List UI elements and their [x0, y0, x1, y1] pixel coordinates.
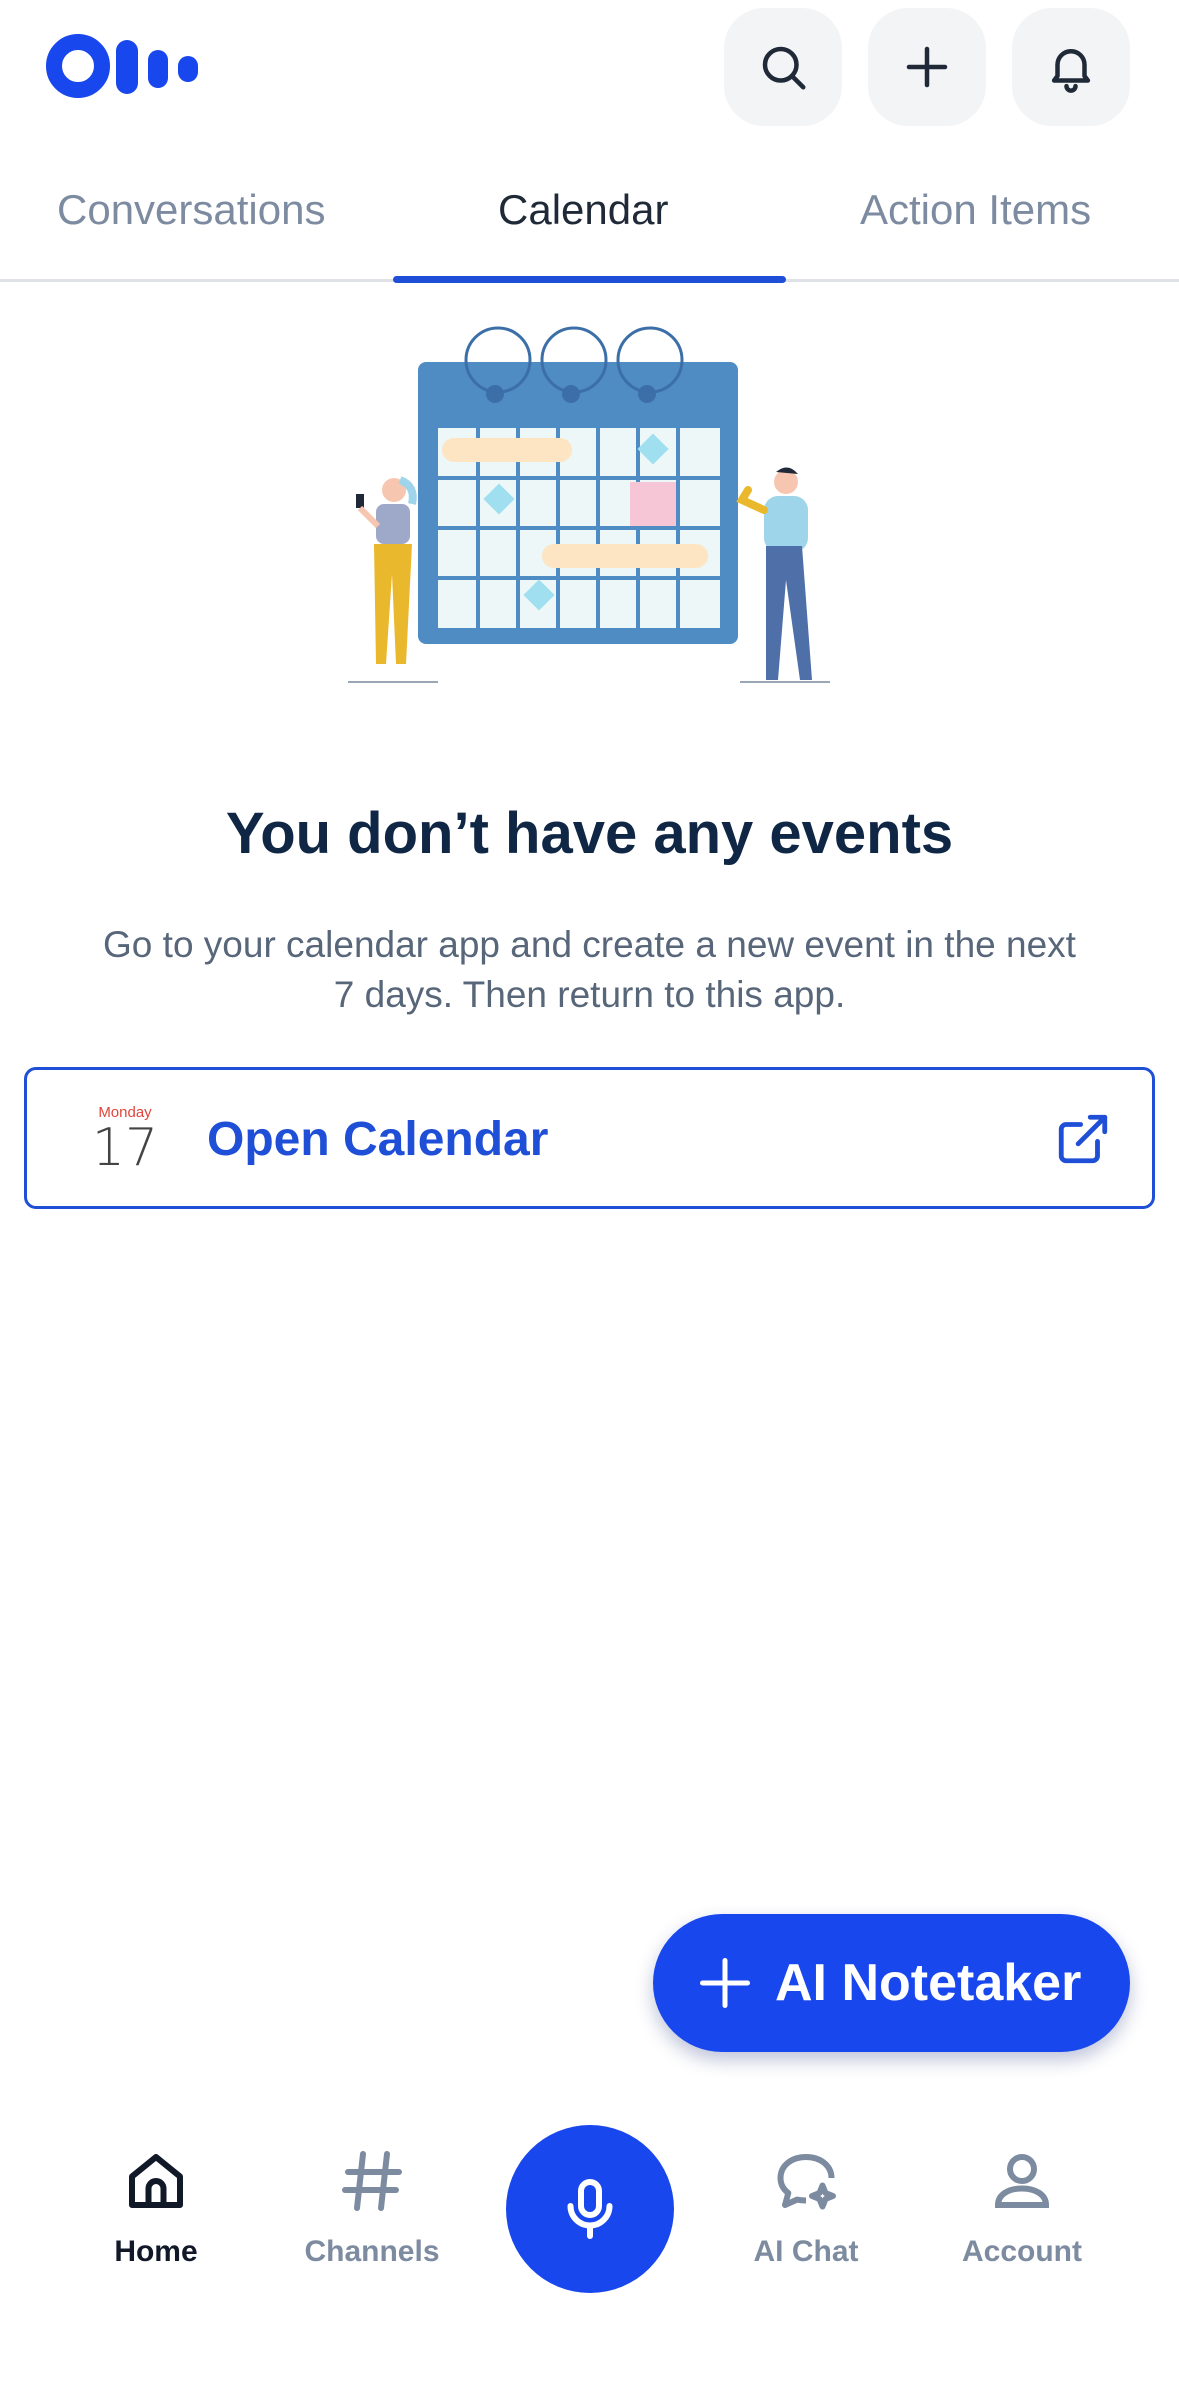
open-calendar-label: Open Calendar [207, 1113, 549, 1166]
home-icon [129, 2154, 183, 2208]
tab-bar: Conversations Calendar Action Items [0, 160, 1179, 282]
external-link-icon [1058, 1114, 1108, 1164]
plus-icon [906, 46, 948, 88]
search-button[interactable] [724, 8, 842, 126]
microphone-icon [567, 2179, 613, 2239]
notifications-button[interactable] [1012, 8, 1130, 126]
nav-ai-chat[interactable]: AI Chat [706, 2145, 906, 2295]
add-button[interactable] [868, 8, 986, 126]
nav-account-label: Account [962, 2235, 1082, 2268]
tab-conversations[interactable]: Conversations [57, 186, 325, 234]
search-icon [762, 46, 806, 90]
nav-ai-chat-label: AI Chat [753, 2235, 859, 2268]
calendar-illustration [330, 320, 850, 700]
ai-notetaker-button[interactable]: AI Notetaker [653, 1914, 1130, 2052]
nav-channels-label: Channels [304, 2235, 440, 2268]
open-calendar-button[interactable]: Monday 17 Open Calendar [24, 1067, 1155, 1209]
empty-state-description: Go to your calendar app and create a new… [103, 924, 1076, 1015]
ai-chat-icon [777, 2154, 836, 2210]
account-icon [994, 2154, 1050, 2208]
hash-icon [342, 2151, 402, 2211]
bell-icon [1051, 49, 1091, 93]
nav-account[interactable]: Account [922, 2145, 1122, 2295]
empty-state-title: You don’t have any events [225, 801, 954, 866]
active-tab-indicator [393, 276, 786, 283]
record-button[interactable] [506, 2125, 674, 2293]
nav-home-label: Home [114, 2235, 198, 2268]
tab-action-items[interactable]: Action Items [860, 186, 1091, 234]
ai-notetaker-label: AI Notetaker [775, 1954, 1082, 2012]
tab-calendar[interactable]: Calendar [498, 186, 668, 234]
calendar-app-icon: Monday 17 [85, 1104, 165, 1176]
calendar-icon-date: 17 [91, 1118, 159, 1178]
plus-icon [700, 1958, 750, 2008]
otter-logo [46, 34, 216, 98]
nav-channels[interactable]: Channels [272, 2145, 472, 2295]
nav-home[interactable]: Home [56, 2145, 256, 2295]
